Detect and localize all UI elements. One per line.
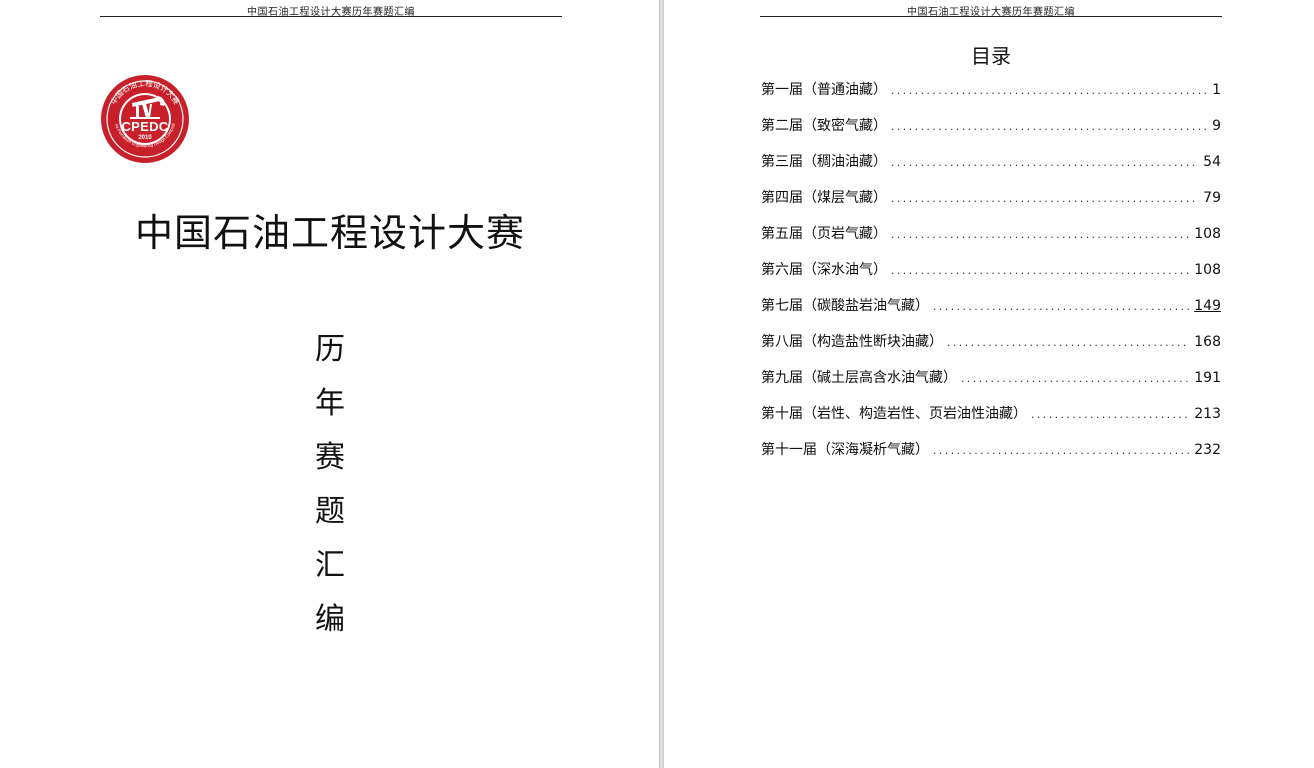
toc-entry-label: 第十届（岩性、构造岩性、页岩油性油藏） — [761, 406, 1027, 422]
toc-entry[interactable]: 第十届（岩性、构造岩性、页岩油性油藏） ....................… — [761, 403, 1221, 439]
toc-entry-page: 9 — [1212, 118, 1221, 134]
toc-leader-dots: ........................................… — [1031, 408, 1191, 421]
subtitle-char: 编 — [315, 602, 345, 637]
toc-entry[interactable]: 第四届（煤层气藏） ..............................… — [761, 187, 1221, 223]
toc-entry[interactable]: 第二届（致密气藏） ..............................… — [761, 115, 1221, 151]
logo-year: 2010 — [138, 135, 152, 141]
toc-entry-label: 第十一届（深海凝析气藏） — [761, 442, 929, 458]
toc-entry-label: 第九届（碱土层高含水油气藏） — [761, 370, 957, 386]
cpedc-logo: 中国石油工程设计大赛 China Petroleum Engineering D… — [98, 70, 190, 164]
toc-entry-page: 213 — [1194, 406, 1221, 422]
toc-title: 目录 — [971, 44, 1011, 68]
cover-subtitle: 历 年 赛 题 汇 编 — [300, 330, 360, 654]
toc-entry-label: 第八届（构造盐性断块油藏） — [761, 334, 943, 350]
toc-leader-dots: ........................................… — [891, 264, 1191, 277]
table-of-contents: 第一届（普通油藏） ..............................… — [761, 79, 1221, 475]
toc-leader-dots: ........................................… — [933, 300, 1190, 313]
toc-entry-label: 第二届（致密气藏） — [761, 118, 887, 134]
toc-entry[interactable]: 第十一届（深海凝析气藏） ...........................… — [761, 439, 1221, 475]
subtitle-char: 赛 — [315, 440, 345, 475]
subtitle-char: 题 — [315, 494, 345, 529]
toc-leader-dots: ........................................… — [933, 444, 1190, 457]
toc-entry[interactable]: 第六届（深水油气） ..............................… — [761, 259, 1221, 295]
toc-entry-label: 第四届（煤层气藏） — [761, 190, 887, 206]
toc-entry-page: 168 — [1194, 334, 1221, 350]
toc-entry-label: 第七届（碳酸盐岩油气藏） — [761, 298, 929, 314]
toc-entry-label: 第五届（页岩气藏） — [761, 226, 887, 242]
toc-entry-label: 第一届（普通油藏） — [761, 82, 887, 98]
toc-entry[interactable]: 第九届（碱土层高含水油气藏） .........................… — [761, 367, 1221, 403]
cover-page: 中国石油工程设计大赛历年赛题汇编 中国石油工程设计大赛 China Petrol… — [0, 0, 659, 768]
toc-leader-dots: ........................................… — [961, 372, 1191, 385]
toc-entry[interactable]: 第一届（普通油藏） ..............................… — [761, 79, 1221, 115]
toc-entry[interactable]: 第七届（碳酸盐岩油气藏） ...........................… — [761, 295, 1221, 331]
toc-entry-label: 第三届（稠油油藏） — [761, 154, 887, 170]
toc-leader-dots: ........................................… — [891, 120, 1208, 133]
toc-entry-page: 108 — [1194, 262, 1221, 278]
toc-entry-page: 1 — [1212, 82, 1221, 98]
toc-entry-page: 108 — [1194, 226, 1221, 242]
toc-entry[interactable]: 第八届（构造盐性断块油藏） ..........................… — [761, 331, 1221, 367]
toc-entry-page: 149 — [1194, 298, 1221, 314]
logo-abbreviation: CPEDC — [121, 119, 169, 134]
subtitle-char: 年 — [315, 386, 345, 421]
toc-entry-page: 54 — [1203, 154, 1221, 170]
toc-entry[interactable]: 第五届（页岩气藏） ..............................… — [761, 223, 1221, 259]
subtitle-char: 历 — [315, 332, 345, 367]
toc-entry-page: 79 — [1203, 190, 1221, 206]
toc-entry-label: 第六届（深水油气） — [761, 262, 887, 278]
toc-page: 中国石油工程设计大赛历年赛题汇编 目录 第一届（普通油藏） ..........… — [664, 0, 1314, 768]
toc-leader-dots: ........................................… — [947, 336, 1190, 349]
toc-leader-dots: ........................................… — [891, 156, 1199, 169]
subtitle-char: 汇 — [315, 548, 345, 583]
toc-entry-page: 232 — [1194, 442, 1221, 458]
toc-leader-dots: ........................................… — [891, 84, 1208, 97]
header-rule — [760, 16, 1222, 17]
toc-entry[interactable]: 第三届（稠油油藏） ..............................… — [761, 151, 1221, 187]
header-rule — [100, 16, 562, 17]
toc-leader-dots: ........................................… — [891, 192, 1199, 205]
cover-title: 中国石油工程设计大赛 — [134, 211, 525, 255]
toc-leader-dots: ........................................… — [891, 228, 1191, 241]
toc-entry-page: 191 — [1194, 370, 1221, 386]
